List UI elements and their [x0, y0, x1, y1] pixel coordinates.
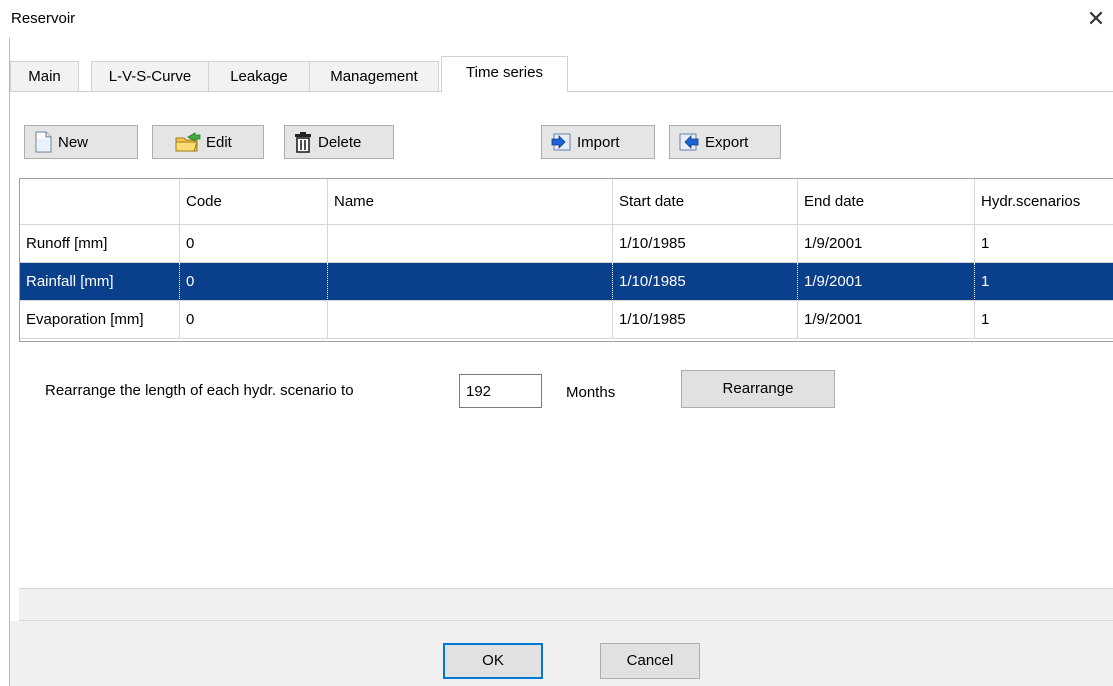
new-document-icon [35, 131, 52, 153]
row-label: Runoff [mm] [20, 225, 180, 263]
cell-code[interactable]: 0 [180, 263, 328, 301]
cell-hydr-scenarios[interactable]: 1 [975, 301, 1113, 339]
cell-start-date[interactable]: 1/10/1985 [613, 225, 798, 263]
delete-button[interactable]: Delete [284, 125, 394, 159]
cell-name[interactable] [328, 263, 613, 301]
time-series-table[interactable]: Code Name Start date End date Hydr.scena… [19, 178, 1113, 342]
tab-main[interactable]: Main [10, 61, 79, 91]
tab-management[interactable]: Management [309, 61, 439, 91]
row-label: Evaporation [mm] [20, 301, 180, 339]
column-header-start-date[interactable]: Start date [613, 179, 798, 225]
edit-button-label: Edit [206, 133, 232, 151]
edit-folder-icon [175, 132, 201, 152]
row-label: Rainfall [mm] [20, 263, 180, 301]
import-icon [551, 133, 571, 151]
ok-button[interactable]: OK [443, 643, 543, 679]
new-button-label: New [58, 133, 89, 151]
import-button-label: Import [577, 133, 620, 151]
rearrange-label: Rearrange the length of each hydr. scena… [45, 382, 354, 399]
cell-name[interactable] [328, 301, 613, 339]
dialog-footer [10, 621, 1113, 686]
table-row-selected[interactable]: Rainfall [mm] 0 1/10/1985 1/9/2001 1 [20, 263, 1113, 301]
delete-button-label: Delete [318, 133, 362, 151]
table-row[interactable]: Runoff [mm] 0 1/10/1985 1/9/2001 1 [20, 225, 1113, 263]
tab-l-v-s-curve[interactable]: L-V-S-Curve [91, 61, 209, 91]
cancel-button[interactable]: Cancel [600, 643, 700, 679]
import-button[interactable]: Import [541, 125, 655, 159]
close-icon[interactable]: ✕ [1083, 6, 1109, 32]
table-header-row: Code Name Start date End date Hydr.scena… [20, 179, 1113, 225]
column-header-name[interactable]: Name [328, 179, 613, 225]
cell-end-date[interactable]: 1/9/2001 [798, 263, 975, 301]
column-header-label [20, 179, 180, 225]
window-title: Reservoir [11, 10, 76, 27]
title-bar [0, 0, 1113, 38]
cell-code[interactable]: 0 [180, 225, 328, 263]
tab-leakage[interactable]: Leakage [208, 61, 310, 91]
column-header-hydr-scenarios[interactable]: Hydr.scenarios [975, 179, 1113, 225]
column-header-code[interactable]: Code [180, 179, 328, 225]
months-unit-label: Months [566, 384, 616, 401]
cell-start-date[interactable]: 1/10/1985 [613, 263, 798, 301]
status-bar [19, 588, 1113, 621]
cell-end-date[interactable]: 1/9/2001 [798, 225, 975, 263]
cell-hydr-scenarios[interactable]: 1 [975, 263, 1113, 301]
cell-start-date[interactable]: 1/10/1985 [613, 301, 798, 339]
export-button-label: Export [705, 133, 749, 151]
cell-code[interactable]: 0 [180, 301, 328, 339]
cell-name[interactable] [328, 225, 613, 263]
cell-end-date[interactable]: 1/9/2001 [798, 301, 975, 339]
edit-button[interactable]: Edit [152, 125, 264, 159]
export-icon [679, 133, 699, 151]
months-input[interactable] [459, 374, 542, 408]
rearrange-button[interactable]: Rearrange [681, 370, 835, 408]
column-header-end-date[interactable]: End date [798, 179, 975, 225]
new-button[interactable]: New [24, 125, 138, 159]
tab-time-series[interactable]: Time series [441, 56, 568, 92]
export-button[interactable]: Export [669, 125, 781, 159]
table-row[interactable]: Evaporation [mm] 0 1/10/1985 1/9/2001 1 [20, 301, 1113, 339]
cell-hydr-scenarios[interactable]: 1 [975, 225, 1113, 263]
trash-icon [295, 132, 311, 153]
